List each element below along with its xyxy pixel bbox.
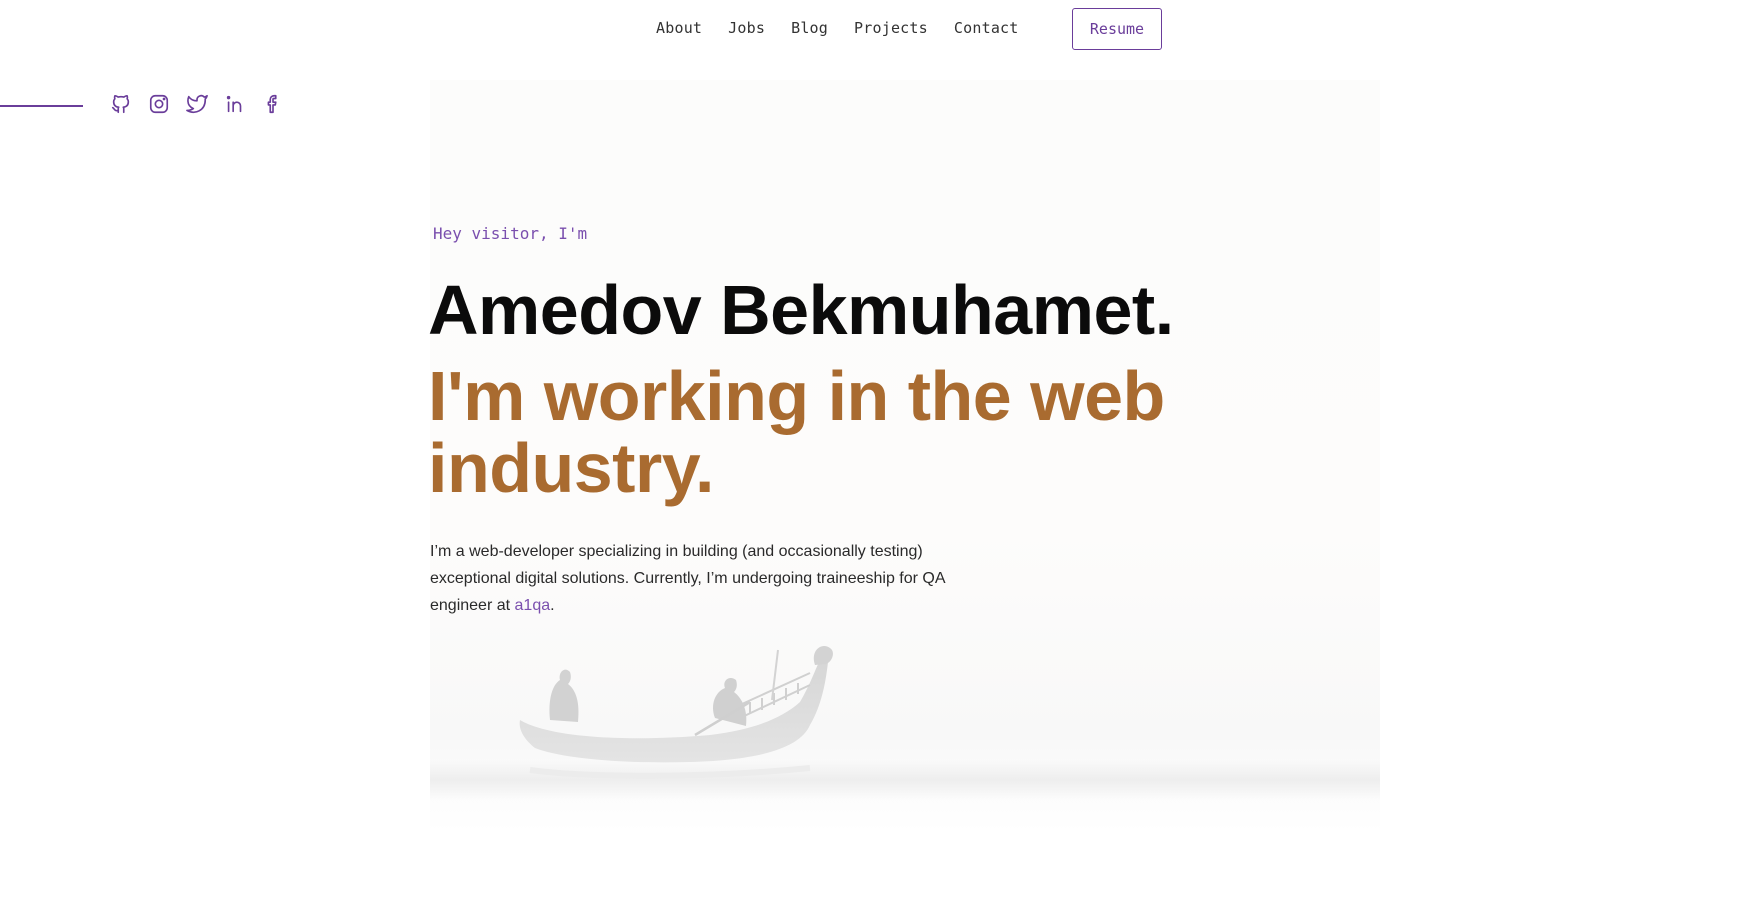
hero-tagline: I'm working in the web industry. [428,357,1165,507]
hero-bio-text: I’m a web-developer specializing in buil… [430,543,945,614]
nav-links: About Jobs Blog Projects Contact [656,8,1045,48]
boat-illustration [519,645,833,779]
twitter-icon[interactable] [186,93,208,115]
top-nav: About Jobs Blog Projects Contact Resume [0,8,1743,50]
nav-link-blog[interactable]: Blog [791,19,828,37]
hero-greeting: Hey visitor, I'm [433,224,588,243]
social-divider-line [0,105,83,107]
resume-button[interactable]: Resume [1072,8,1162,50]
social-links [110,93,284,115]
hero-bio-end: . [550,597,555,614]
company-link[interactable]: a1qa [515,597,551,614]
linkedin-icon[interactable] [224,93,246,115]
nav-link-projects[interactable]: Projects [854,19,928,37]
facebook-icon[interactable] [262,93,284,115]
github-icon[interactable] [110,93,132,115]
instagram-icon[interactable] [148,93,170,115]
hero-name: Amedov Bekmuhamet. [428,271,1174,349]
nav-link-contact[interactable]: Contact [954,19,1019,37]
hero-bio: I’m a web-developer specializing in buil… [430,538,970,619]
nav-link-about[interactable]: About [656,19,702,37]
nav-link-jobs[interactable]: Jobs [728,19,765,37]
